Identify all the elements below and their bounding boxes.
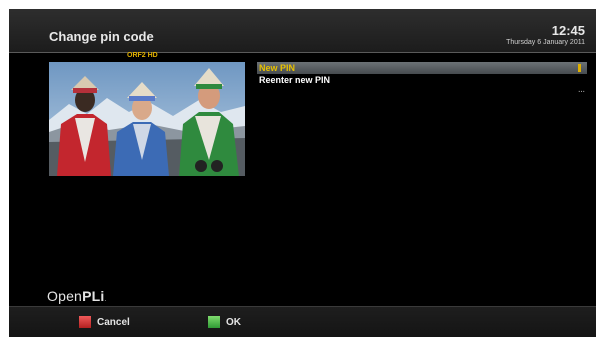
video-frame-image bbox=[49, 62, 245, 176]
pin-menu-list: New PIN Reenter new PIN … bbox=[257, 62, 587, 94]
header-bar: Change pin code 12:45 Thursday 6 January… bbox=[9, 9, 596, 53]
page-title: Change pin code bbox=[49, 29, 154, 44]
ok-button[interactable]: OK bbox=[208, 316, 241, 328]
menu-item-label: Reenter new PIN bbox=[259, 75, 331, 85]
video-preview bbox=[49, 62, 245, 176]
red-key-icon bbox=[79, 316, 91, 328]
cancel-label: Cancel bbox=[97, 316, 130, 328]
cancel-button[interactable]: Cancel bbox=[79, 316, 130, 328]
green-key-icon bbox=[208, 316, 220, 328]
tv-screen: Change pin code 12:45 Thursday 6 January… bbox=[9, 9, 596, 337]
text-cursor-icon bbox=[578, 64, 581, 72]
logo-text-light: Open bbox=[47, 288, 83, 304]
menu-item-reenter-pin[interactable]: Reenter new PIN … bbox=[257, 74, 587, 94]
button-bar: Cancel OK bbox=[9, 306, 596, 337]
ok-label: OK bbox=[226, 316, 241, 328]
openpli-logo: OpenPLi. bbox=[47, 288, 107, 304]
logo-text-bold: PLi bbox=[82, 288, 105, 304]
clock: 12:45 bbox=[551, 23, 585, 38]
date-label: Thursday 6 January 2011 bbox=[506, 39, 585, 46]
menu-item-new-pin[interactable]: New PIN bbox=[257, 62, 587, 74]
menu-item-label: New PIN bbox=[259, 63, 296, 73]
ellipsis-icon: … bbox=[578, 87, 585, 94]
channel-name: ORF2 HD bbox=[127, 52, 158, 59]
